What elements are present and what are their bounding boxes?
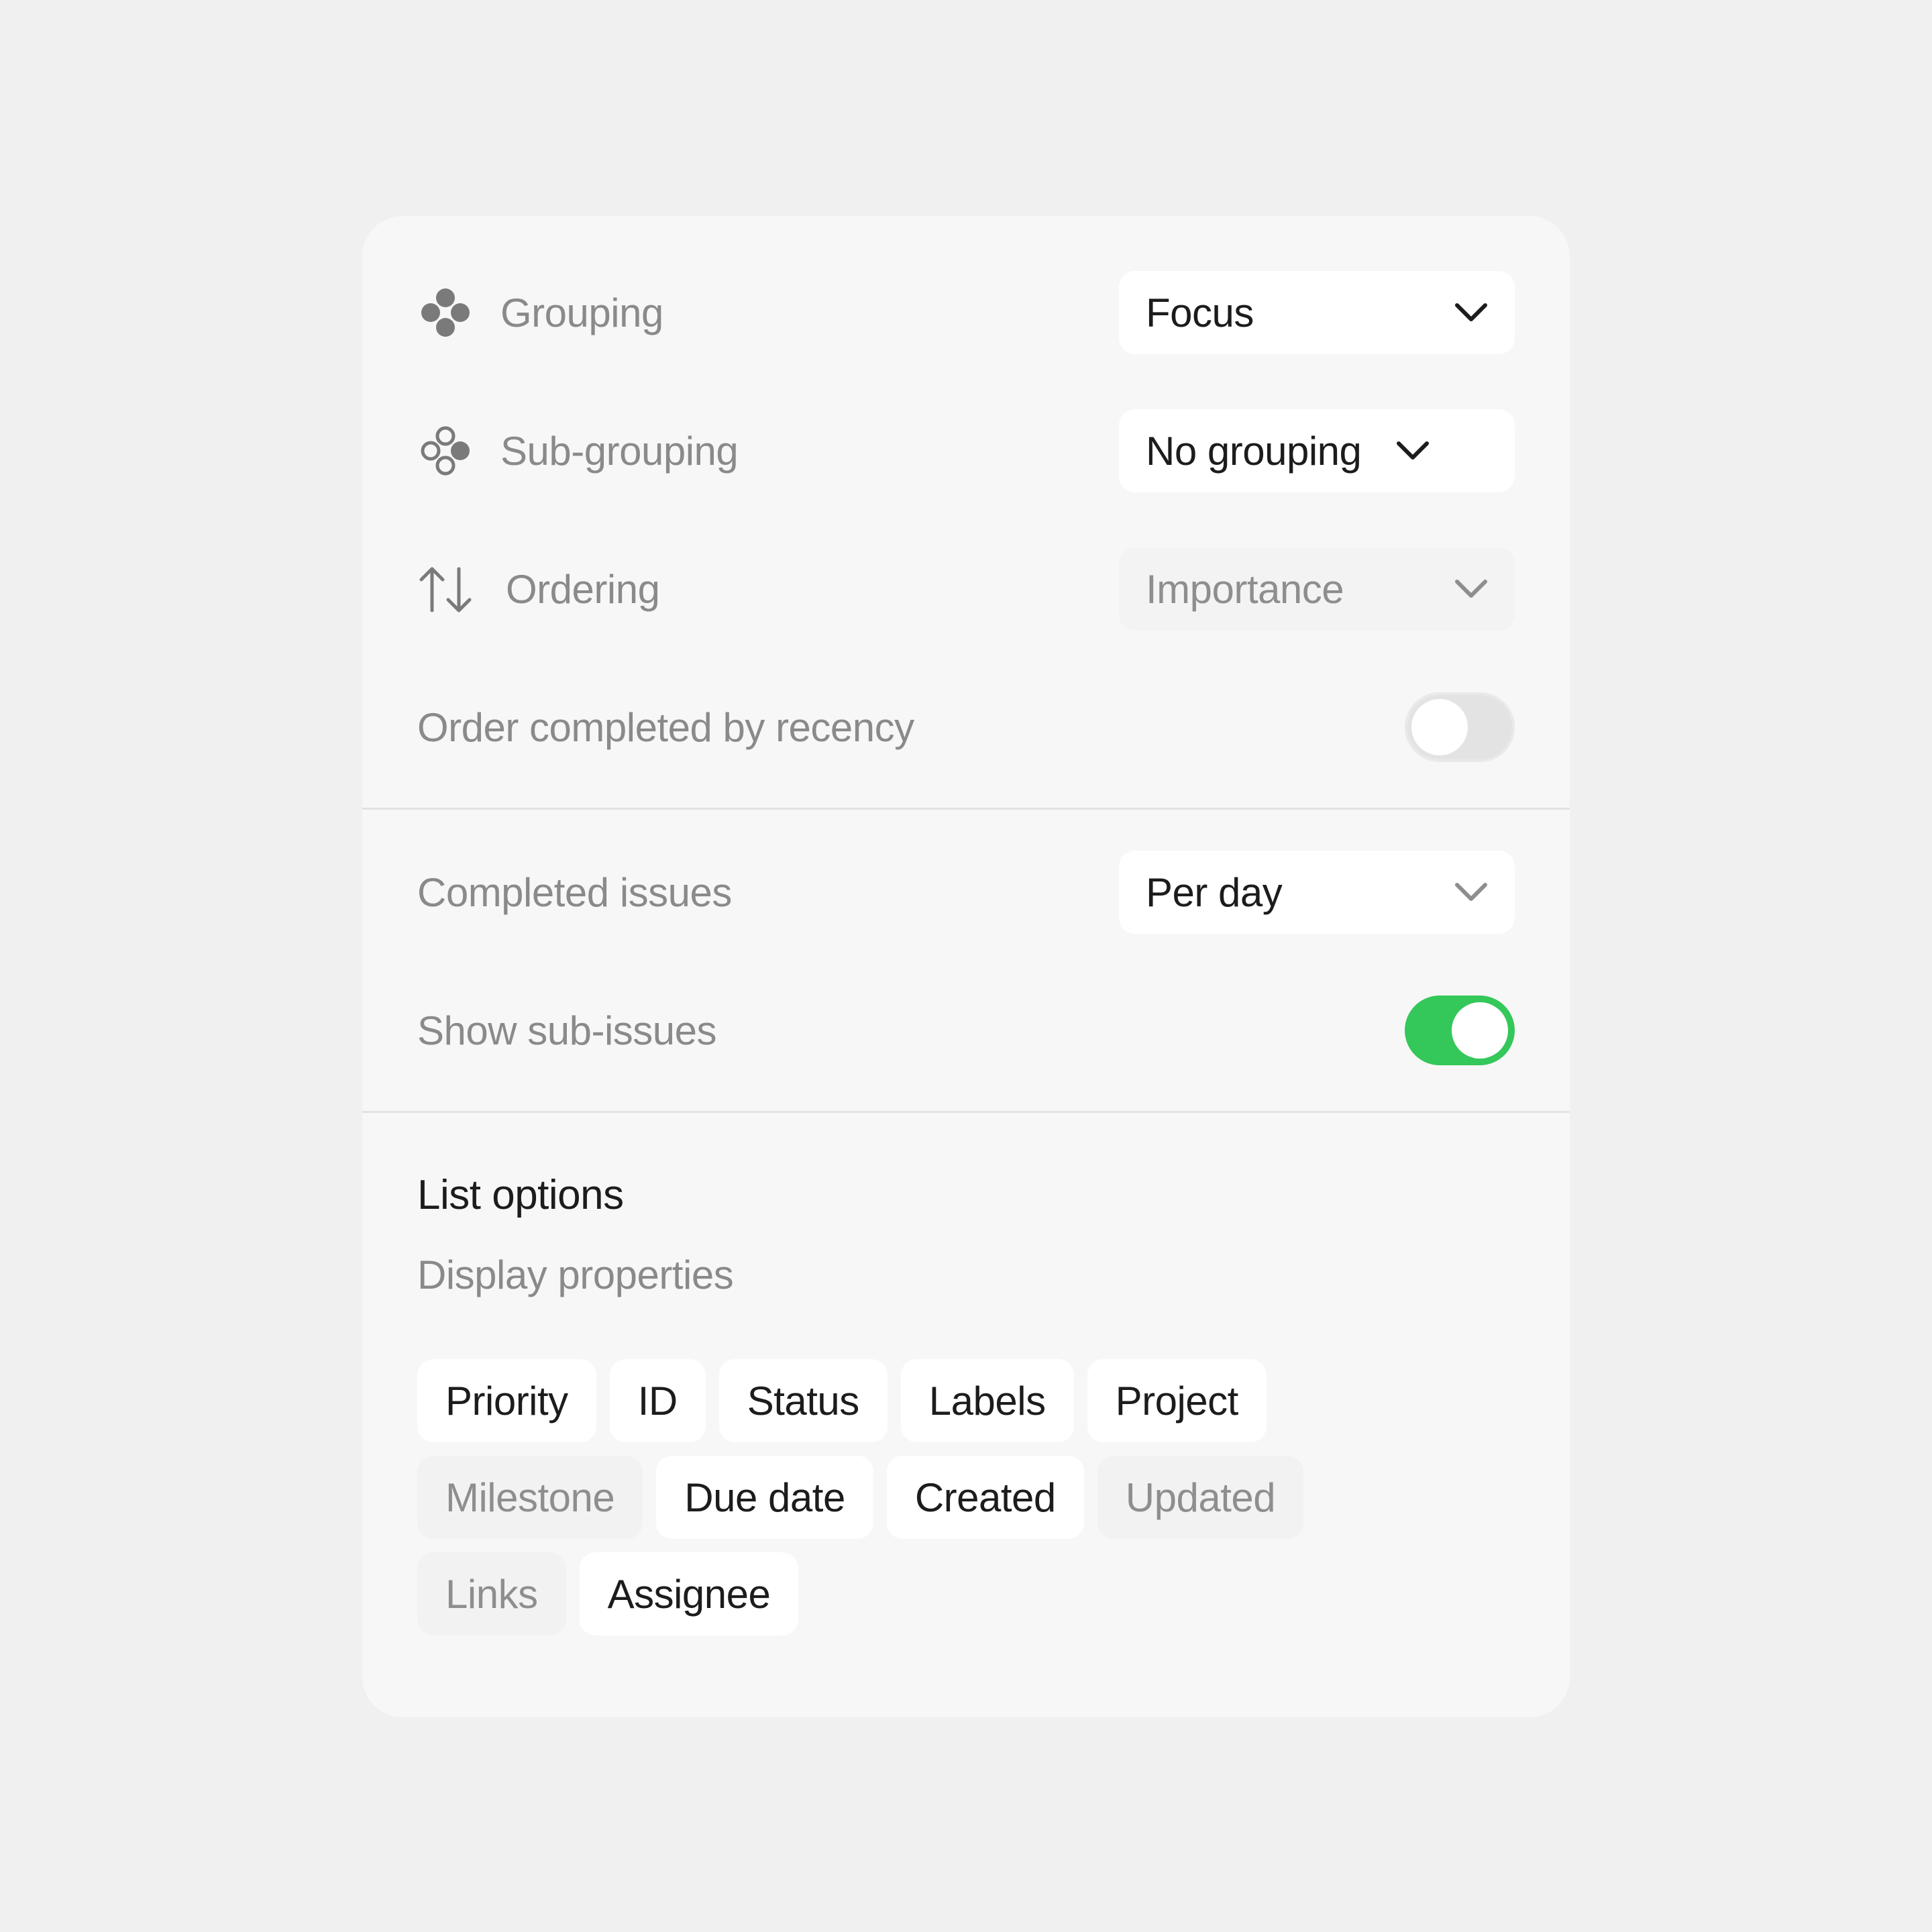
completed-issues-dropdown-value: Per day xyxy=(1146,869,1283,915)
property-chip-milestone[interactable]: Milestone xyxy=(417,1456,643,1539)
property-chip-updated[interactable]: Updated xyxy=(1097,1456,1304,1539)
ordering-dropdown[interactable]: Importance xyxy=(1119,547,1515,631)
section-divider xyxy=(362,808,1570,810)
list-options-title: List options xyxy=(417,1172,624,1218)
sub-grouping-dropdown-value: No grouping xyxy=(1146,428,1362,474)
grouping-label: Grouping xyxy=(500,290,663,335)
order-completed-row: Order completed by recency xyxy=(417,686,1515,769)
display-properties-label: Display properties xyxy=(417,1252,734,1297)
completed-issues-dropdown[interactable]: Per day xyxy=(1119,851,1515,934)
section-divider xyxy=(362,1111,1570,1113)
grouping-icon xyxy=(417,284,474,341)
chevron-down-icon xyxy=(1454,303,1488,323)
property-chip-project[interactable]: Project xyxy=(1087,1359,1267,1442)
property-chip-id[interactable]: ID xyxy=(609,1359,706,1442)
sort-arrows-icon xyxy=(417,561,474,617)
sub-grouping-dropdown[interactable]: No grouping xyxy=(1119,409,1515,492)
chevron-down-icon xyxy=(1454,579,1488,599)
sub-grouping-label-group: Sub-grouping xyxy=(417,423,739,479)
order-completed-toggle[interactable] xyxy=(1405,692,1515,762)
grouping-dropdown-value: Focus xyxy=(1146,290,1254,335)
ordering-label-group: Ordering xyxy=(417,561,660,617)
show-sub-issues-toggle[interactable] xyxy=(1405,996,1515,1065)
chevron-down-icon xyxy=(1454,882,1488,902)
property-chip-created[interactable]: Created xyxy=(886,1456,1084,1539)
ordering-label: Ordering xyxy=(506,566,660,612)
property-chip-due-date[interactable]: Due date xyxy=(656,1456,873,1539)
show-sub-issues-row: Show sub-issues xyxy=(417,989,1515,1072)
sub-grouping-icon xyxy=(417,423,474,479)
grouping-row: Grouping Focus xyxy=(417,271,1515,354)
sub-grouping-label: Sub-grouping xyxy=(500,428,739,474)
property-chip-labels[interactable]: Labels xyxy=(900,1359,1074,1442)
sub-grouping-row: Sub-grouping No grouping xyxy=(417,409,1515,492)
toggle-knob xyxy=(1411,699,1468,755)
property-chip-assignee[interactable]: Assignee xyxy=(579,1552,799,1635)
display-options-panel: Grouping Focus Sub-grouping No grouping xyxy=(362,216,1570,1717)
property-chip-links[interactable]: Links xyxy=(417,1552,566,1635)
ordering-row: Ordering Importance xyxy=(417,547,1515,631)
display-properties-chips: Priority ID Status Labels Project Milestone Du… xyxy=(417,1359,1424,1635)
completed-issues-label: Completed issues xyxy=(417,869,732,915)
show-sub-issues-label: Show sub-issues xyxy=(417,1008,717,1053)
property-chip-priority[interactable]: Priority xyxy=(417,1359,596,1442)
toggle-knob xyxy=(1452,1002,1508,1059)
chevron-down-icon xyxy=(1396,441,1430,461)
order-completed-label: Order completed by recency xyxy=(417,704,914,750)
property-chip-status[interactable]: Status xyxy=(718,1359,888,1442)
completed-issues-row: Completed issues Per day xyxy=(417,851,1515,934)
ordering-dropdown-value: Importance xyxy=(1146,566,1344,612)
grouping-dropdown[interactable]: Focus xyxy=(1119,271,1515,354)
grouping-label-group: Grouping xyxy=(417,284,663,341)
